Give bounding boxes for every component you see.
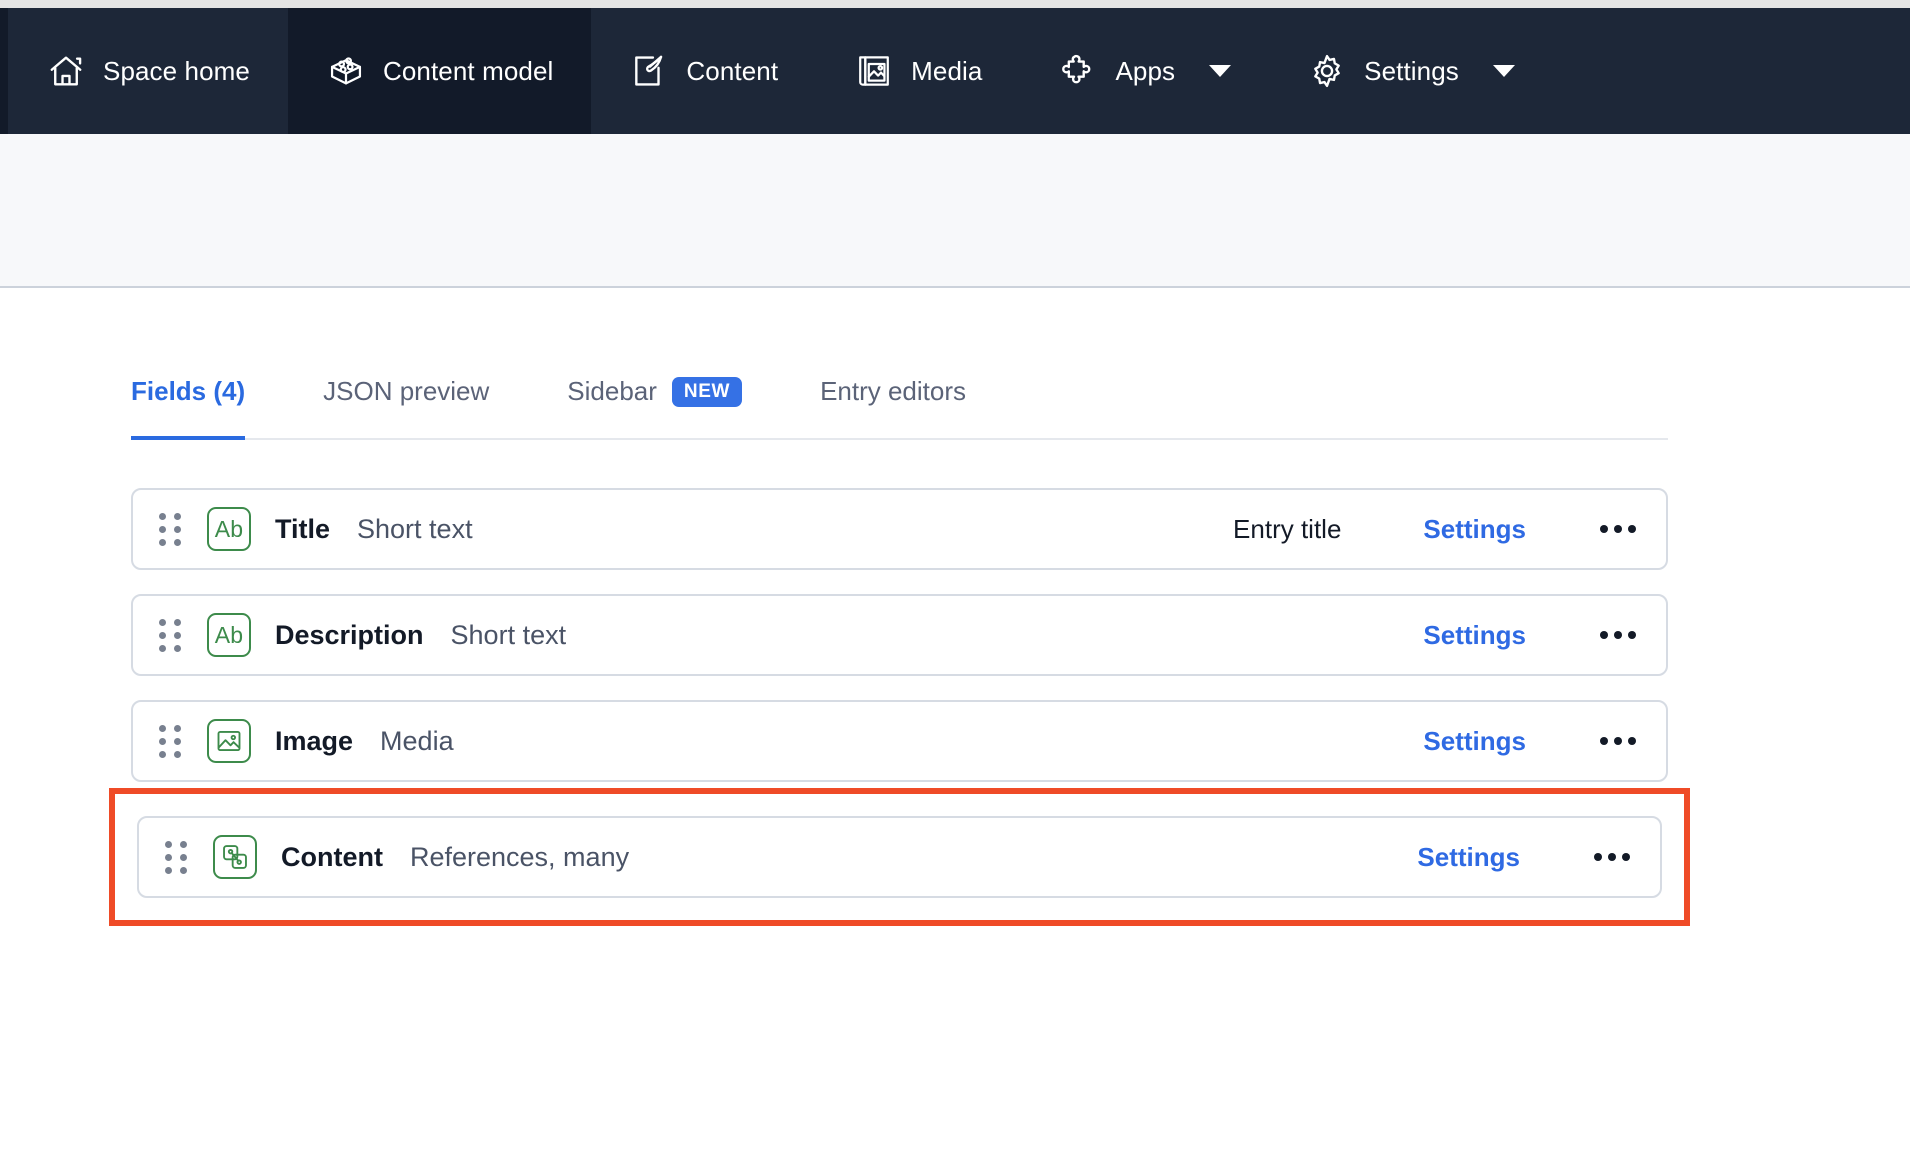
nav-label: Apps: [1115, 56, 1176, 86]
entry-title-badge: Entry title: [1233, 513, 1342, 544]
apps-icon: [1058, 51, 1098, 91]
content-type-header-band: [0, 134, 1910, 288]
nav-item-space-home[interactable]: Space home: [8, 8, 288, 134]
field-type: Short text: [450, 619, 567, 650]
top-navigation: Space home Content model Content Media A…: [0, 8, 1910, 134]
table-row[interactable]: Ab Description Short text Settings: [131, 594, 1668, 676]
nav-left-edge: [0, 8, 8, 134]
settings-button[interactable]: Settings: [1423, 620, 1526, 651]
content-type-tabs: Fields (4) JSON preview Sidebar NEW Entr…: [131, 345, 1668, 440]
content-model-icon: [326, 51, 366, 91]
nav-item-settings[interactable]: Settings: [1269, 8, 1553, 134]
chevron-down-icon[interactable]: [1209, 65, 1232, 77]
nav-label: Content model: [382, 56, 554, 86]
chevron-down-icon[interactable]: [1492, 65, 1515, 77]
nav-label: Settings: [1364, 56, 1459, 86]
more-options-icon[interactable]: [1596, 727, 1640, 755]
nav-label: Space home: [103, 56, 250, 86]
nav-item-content[interactable]: Content: [591, 8, 816, 134]
drag-handle-icon[interactable]: [165, 840, 187, 874]
main-content: Fields (4) JSON preview Sidebar NEW Entr…: [0, 290, 1910, 1172]
short-text-icon-glyph: Ab: [214, 515, 244, 542]
content-icon: [629, 51, 669, 91]
field-type: References, many: [409, 841, 630, 872]
table-row[interactable]: Ab Title Short text Entry title Settings: [131, 488, 1668, 570]
field-row-wrapper: Ab Description Short text Settings: [131, 594, 1668, 676]
short-text-icon-glyph: Ab: [214, 621, 244, 648]
more-options-icon[interactable]: [1596, 621, 1640, 649]
nav-item-content-model[interactable]: Content model: [287, 8, 592, 134]
tab-sidebar[interactable]: Sidebar NEW: [546, 345, 763, 438]
field-name: Content: [281, 841, 383, 872]
tab-label: Entry editors: [820, 376, 967, 406]
drag-handle-icon[interactable]: [159, 724, 181, 758]
home-icon: [46, 51, 86, 91]
nav-label: Media: [911, 56, 983, 86]
field-row-wrapper-highlighted: Content References, many Settings: [109, 788, 1690, 926]
short-text-icon: Ab: [207, 613, 251, 657]
fields-list: Ab Title Short text Entry title Settings…: [109, 488, 1690, 926]
tab-label: Fields (4): [131, 376, 246, 406]
field-name: Title: [275, 513, 331, 544]
table-row[interactable]: Content References, many Settings: [137, 816, 1662, 898]
tab-json-preview[interactable]: JSON preview: [302, 345, 510, 438]
nav-label: Content: [686, 56, 779, 86]
drag-handle-icon[interactable]: [159, 618, 181, 652]
browser-top-strip: [0, 0, 1910, 8]
table-row[interactable]: Image Media Settings: [131, 700, 1668, 782]
settings-button[interactable]: Settings: [1417, 842, 1520, 873]
field-type: Media: [380, 725, 454, 756]
short-text-icon: Ab: [207, 507, 251, 551]
settings-button[interactable]: Settings: [1423, 726, 1526, 757]
field-row-wrapper: Image Media Settings: [131, 700, 1668, 782]
nav-item-media[interactable]: Media: [816, 8, 1020, 134]
settings-button[interactable]: Settings: [1423, 514, 1526, 545]
drag-handle-icon[interactable]: [159, 512, 181, 546]
media-icon: [854, 51, 894, 91]
more-options-icon[interactable]: [1596, 515, 1640, 543]
new-badge: NEW: [671, 376, 743, 407]
field-row-wrapper: Ab Title Short text Entry title Settings: [131, 488, 1668, 570]
gear-icon: [1307, 51, 1347, 91]
tab-label: JSON preview: [323, 376, 490, 406]
tab-entry-editors[interactable]: Entry editors: [799, 345, 987, 438]
tab-fields[interactable]: Fields (4): [131, 345, 266, 440]
nav-item-apps[interactable]: Apps: [1020, 8, 1269, 134]
field-type: Short text: [357, 513, 473, 544]
media-field-icon: [207, 719, 251, 763]
more-options-icon[interactable]: [1590, 843, 1634, 871]
field-name: Image: [275, 725, 354, 756]
tab-label: Sidebar: [567, 376, 657, 406]
field-name: Description: [275, 619, 424, 650]
references-icon: [213, 835, 257, 879]
